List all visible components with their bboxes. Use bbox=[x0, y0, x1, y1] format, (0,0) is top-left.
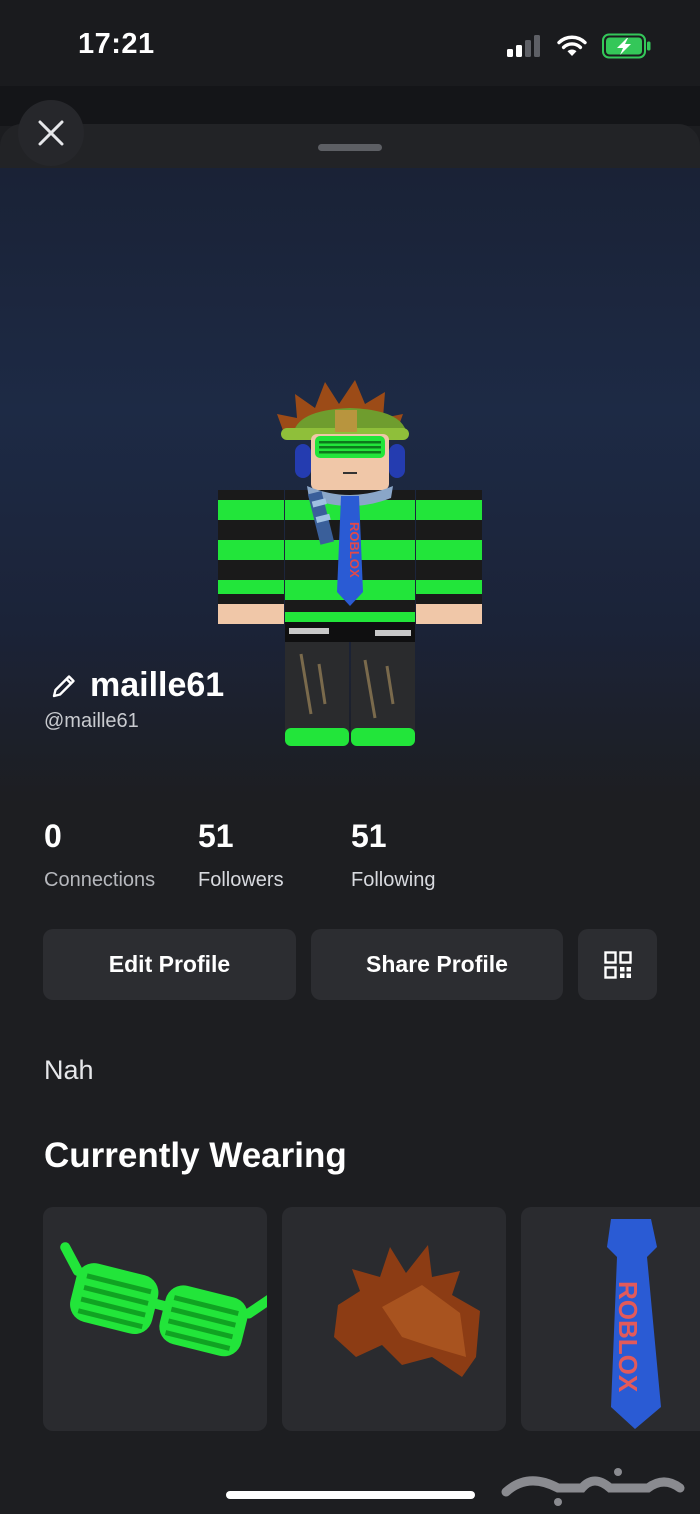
display-name-row[interactable]: maille61 bbox=[50, 666, 224, 705]
qr-code-icon bbox=[603, 950, 632, 979]
wearing-item-shutter-shades[interactable] bbox=[43, 1207, 267, 1431]
wearing-item-roblox-tie[interactable]: ROBLOX bbox=[521, 1207, 700, 1431]
roblox-tie-thumbnail: ROBLOX bbox=[607, 1219, 661, 1429]
background-app-strip bbox=[0, 86, 700, 126]
stat-following[interactable]: 51 Following bbox=[351, 818, 435, 892]
followers-label: Followers bbox=[198, 869, 284, 891]
shutter-shades-thumbnail bbox=[60, 1242, 267, 1357]
spiky-hair-thumbnail bbox=[334, 1245, 480, 1377]
battery-charging-icon bbox=[602, 33, 651, 59]
connections-count: 0 bbox=[44, 818, 62, 854]
currently-wearing-title: Currently Wearing bbox=[44, 1136, 347, 1175]
stat-followers[interactable]: 51 Followers bbox=[198, 818, 284, 892]
sheet-header bbox=[0, 124, 700, 168]
avatar-figure: ROBLOX bbox=[218, 380, 482, 746]
status-time: 17:21 bbox=[78, 28, 155, 60]
username: @maille61 bbox=[44, 710, 139, 732]
wifi-icon bbox=[557, 35, 587, 56]
display-name: maille61 bbox=[90, 666, 225, 704]
followers-count: 51 bbox=[198, 818, 234, 854]
wearing-item-spiky-hair[interactable] bbox=[282, 1207, 506, 1431]
home-indicator[interactable] bbox=[226, 1491, 475, 1499]
status-bar: 17:21 bbox=[0, 0, 700, 86]
signal-icon bbox=[507, 35, 540, 57]
pencil-icon[interactable] bbox=[50, 672, 78, 700]
close-button[interactable] bbox=[18, 100, 84, 166]
close-icon bbox=[38, 120, 64, 146]
svg-text:ROBLOX: ROBLOX bbox=[613, 1281, 643, 1393]
following-count: 51 bbox=[351, 818, 387, 854]
share-profile-button[interactable]: Share Profile bbox=[311, 929, 563, 1000]
status-icons bbox=[506, 33, 652, 59]
profile-bio: Nah bbox=[44, 1055, 94, 1085]
watermark-logo bbox=[501, 1468, 685, 1506]
stat-connections[interactable]: 0 Connections bbox=[44, 818, 155, 892]
following-label: Following bbox=[351, 869, 436, 891]
edit-profile-button[interactable]: Edit Profile bbox=[43, 929, 296, 1000]
connections-label: Connections bbox=[44, 869, 156, 891]
qr-code-button[interactable] bbox=[578, 929, 657, 1000]
sheet-grabber[interactable] bbox=[318, 144, 382, 151]
svg-text:ROBLOX: ROBLOX bbox=[347, 522, 362, 578]
